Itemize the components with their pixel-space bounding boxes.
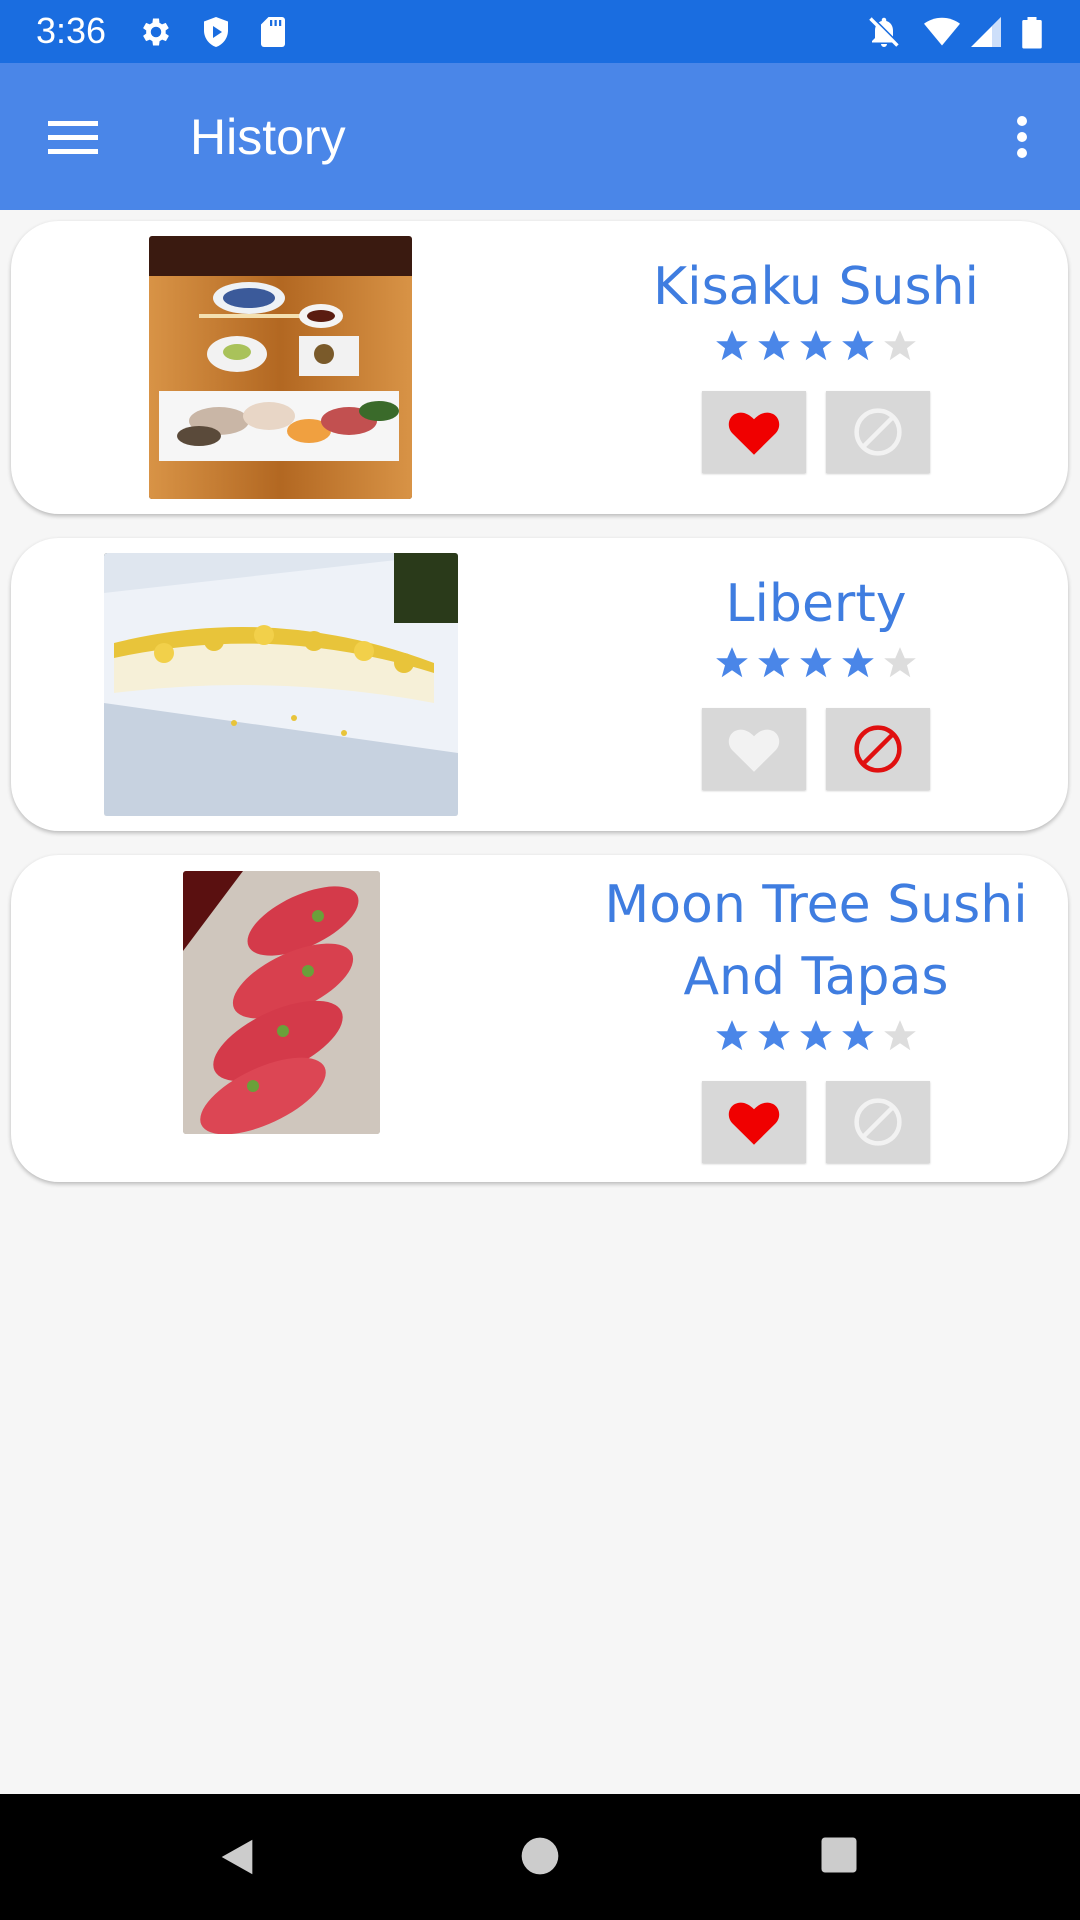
star-icon [842, 330, 874, 361]
heart-icon [728, 1102, 780, 1145]
star-icon [716, 1020, 748, 1051]
cell-signal-icon [971, 17, 1001, 47]
star-icon [800, 647, 832, 678]
star-icon [842, 647, 874, 678]
like-button[interactable] [702, 391, 806, 473]
star-icon [758, 647, 790, 678]
like-button[interactable] [702, 708, 806, 790]
star-rating [591, 644, 1041, 684]
star-empty-icon [884, 1020, 916, 1051]
like-button[interactable] [702, 1081, 806, 1163]
shield-icon [204, 17, 228, 47]
more-vert-icon[interactable] [1000, 109, 1044, 165]
restaurant-card[interactable]: Liberty [11, 538, 1068, 831]
navigation-bar [0, 1794, 1080, 1920]
heart-icon [728, 412, 780, 455]
star-rating [591, 1017, 1041, 1057]
home-icon[interactable] [518, 1834, 562, 1878]
status-time: 3:36 [36, 10, 107, 51]
back-icon[interactable] [214, 1834, 260, 1880]
notifications-off-icon [869, 16, 901, 47]
page-title: History [190, 109, 346, 165]
block-button[interactable] [826, 708, 930, 790]
sushi-platter-photo [149, 236, 412, 499]
sd-card-icon [261, 17, 285, 47]
star-rating [591, 327, 1041, 367]
restaurant-card[interactable]: Moon Tree Sushi And Tapas [11, 855, 1068, 1182]
history-list: Kisaku Sushi Liberty Moon Tree Sushi And… [0, 210, 1080, 1794]
block-icon [854, 408, 902, 456]
tuna-nigiri-photo [183, 871, 380, 1134]
block-button[interactable] [826, 391, 930, 473]
gear-icon [143, 18, 169, 46]
status-bar: 3:36 [0, 0, 1080, 63]
block-button[interactable] [826, 1081, 930, 1163]
star-icon [842, 1020, 874, 1051]
star-empty-icon [884, 330, 916, 361]
battery-icon [1022, 17, 1042, 49]
star-icon [800, 330, 832, 361]
star-icon [758, 1020, 790, 1051]
block-icon [854, 1098, 902, 1146]
star-icon [800, 1020, 832, 1051]
restaurant-card[interactable]: Kisaku Sushi [11, 221, 1068, 514]
block-icon [854, 725, 902, 773]
restaurant-name: Moon Tree Sushi And Tapas [604, 875, 1028, 1007]
star-empty-icon [884, 647, 916, 678]
star-icon [716, 330, 748, 361]
hamburger-menu-icon[interactable] [40, 109, 106, 165]
heart-icon [728, 729, 780, 772]
restaurant-name: Liberty [725, 574, 907, 634]
sushi-roll-photo [104, 553, 458, 816]
star-icon [716, 647, 748, 678]
star-icon [758, 330, 790, 361]
recents-icon[interactable] [818, 1834, 860, 1876]
wifi-icon [924, 17, 960, 46]
restaurant-name: Kisaku Sushi [653, 257, 979, 317]
app-bar: History [0, 63, 1080, 210]
